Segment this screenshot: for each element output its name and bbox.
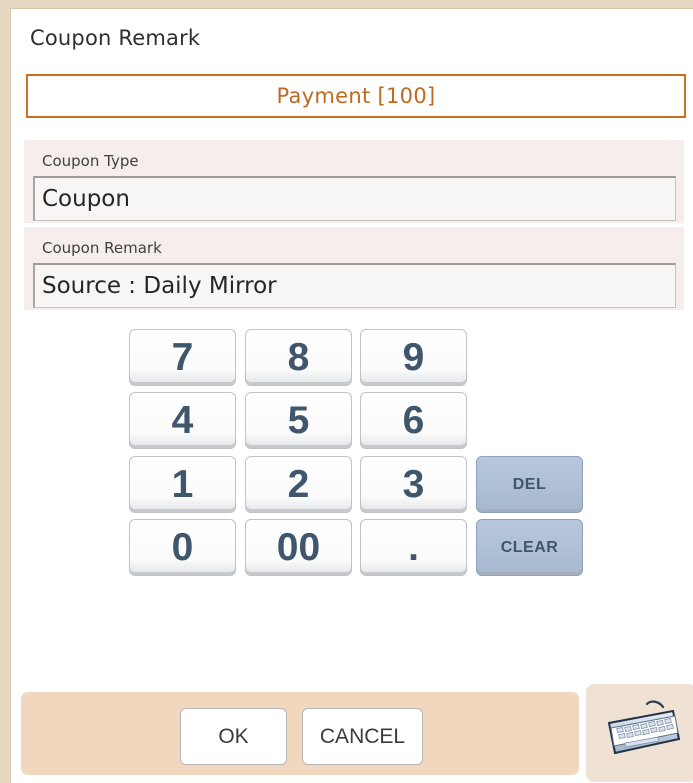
key-8[interactable]: 8: [245, 329, 352, 386]
key-0[interactable]: 0: [129, 519, 236, 576]
numeric-keypad: 7 8 9 4 5 6 1 2 3 DEL 0 00 . CLEAR: [129, 329, 589, 589]
keyboard-icon: [607, 700, 681, 755]
delete-button[interactable]: DEL: [476, 456, 583, 513]
key-7[interactable]: 7: [129, 329, 236, 386]
key-2[interactable]: 2: [245, 456, 352, 513]
key-decimal[interactable]: .: [360, 519, 467, 576]
keyboard-toggle[interactable]: [586, 684, 693, 782]
coupon-type-label: Coupon Type: [42, 152, 139, 170]
coupon-type-field[interactable]: Coupon: [33, 176, 676, 221]
cancel-button[interactable]: CANCEL: [302, 708, 423, 765]
key-00[interactable]: 00: [245, 519, 352, 576]
coupon-remark-label: Coupon Remark: [42, 239, 162, 257]
clear-button[interactable]: CLEAR: [476, 519, 583, 576]
key-5[interactable]: 5: [245, 392, 352, 449]
coupon-type-panel: Coupon Type Coupon: [24, 140, 684, 223]
coupon-remark-field[interactable]: Source : Daily Mirror: [33, 263, 676, 308]
dialog-action-bar: OK CANCEL: [21, 692, 579, 775]
key-9[interactable]: 9: [360, 329, 467, 386]
key-4[interactable]: 4: [129, 392, 236, 449]
coupon-remark-panel: Coupon Remark Source : Daily Mirror: [24, 227, 684, 310]
payment-header: Payment [100]: [26, 74, 686, 118]
dialog-title: Coupon Remark: [30, 26, 201, 50]
ok-button[interactable]: OK: [180, 708, 287, 765]
coupon-remark-dialog: Coupon Remark Payment [100] Coupon Type …: [10, 8, 693, 783]
key-1[interactable]: 1: [129, 456, 236, 513]
key-3[interactable]: 3: [360, 456, 467, 513]
key-6[interactable]: 6: [360, 392, 467, 449]
